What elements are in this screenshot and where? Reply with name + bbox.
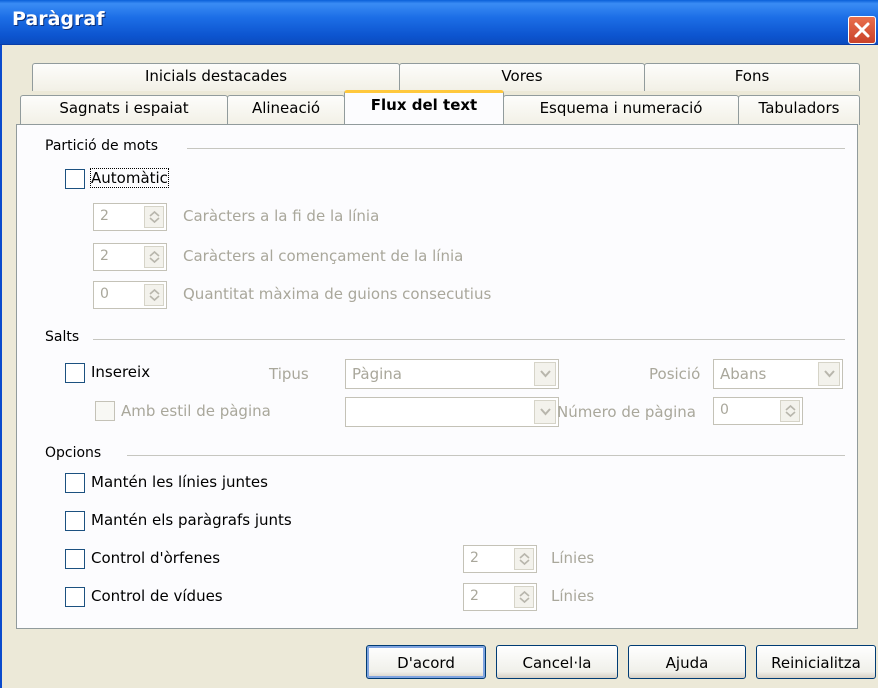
orphan-lines-value: 2 (470, 550, 479, 566)
orphan-lines-spinner[interactable]: 2 (463, 545, 537, 573)
keep-lines-checkbox[interactable] (65, 473, 85, 493)
close-icon (854, 22, 870, 38)
orphan-control-checkbox[interactable] (65, 549, 85, 569)
spin-up-down-icon (519, 552, 530, 566)
keep-paragraphs-checkbox[interactable] (65, 511, 85, 531)
page-style-select[interactable] (345, 397, 559, 427)
chars-end-label: Caràcters a la fi de la línia (183, 207, 380, 225)
tab-background[interactable]: Fons (644, 63, 860, 91)
spin-arrows[interactable] (514, 548, 534, 570)
window-title: Paràgraf (12, 8, 105, 30)
page-number-label: Número de pàgina (557, 403, 696, 421)
max-hyphens-label: Quantitat màxima de guions consecutius (183, 285, 492, 303)
orphan-control-label: Control d'òrfenes (91, 549, 221, 567)
title-bar[interactable]: Paràgraf (0, 0, 878, 45)
chars-end-value: 2 (100, 208, 109, 224)
keep-lines-label: Mantén les línies juntes (91, 473, 268, 491)
page-number-spinner[interactable]: 0 (713, 397, 803, 425)
break-position-value: Abans (720, 365, 767, 383)
help-button[interactable]: Ajuda (628, 645, 746, 679)
spin-up-down-icon (149, 210, 160, 224)
keep-paragraphs-label: Mantén els paràgrafs junts (91, 511, 292, 529)
insert-break-checkbox[interactable] (65, 363, 85, 383)
close-button[interactable] (848, 16, 876, 44)
page-number-value: 0 (720, 402, 729, 418)
options-section-title: Opcions (45, 445, 102, 461)
spin-arrows[interactable] (780, 400, 800, 422)
widow-lines-unit: Línies (551, 587, 595, 605)
dropdown-button[interactable] (534, 362, 556, 386)
spin-up-down-icon (149, 250, 160, 264)
dropdown-button[interactable] (818, 362, 840, 386)
widow-lines-spinner[interactable]: 2 (463, 583, 537, 611)
tab-indents-spacing[interactable]: Sagnats i espaiat (20, 95, 228, 125)
dropdown-button[interactable] (534, 400, 556, 424)
tab-borders[interactable]: Vores (399, 63, 645, 91)
chevron-down-icon (824, 370, 835, 378)
insert-break-label: Insereix (91, 363, 151, 381)
page-style-label: Amb estil de pàgina (121, 402, 271, 420)
chars-start-value: 2 (100, 248, 109, 264)
max-hyphens-value: 0 (100, 286, 109, 302)
spin-up-down-icon (785, 404, 796, 418)
cancel-button[interactable]: Cancel·la (496, 645, 618, 679)
breaks-section-title: Salts (45, 329, 80, 345)
hyphenation-section-title: Partició de mots (45, 138, 159, 154)
chars-start-spinner[interactable]: 2 (93, 243, 167, 271)
chevron-down-icon (540, 370, 551, 378)
break-type-select[interactable]: Pàgina (345, 359, 559, 389)
break-type-value: Pàgina (352, 365, 402, 383)
tab-outline-numbering[interactable]: Esquema i numeració (503, 95, 739, 125)
break-position-label: Posició (649, 365, 701, 383)
ok-button[interactable]: D'acord (366, 645, 486, 679)
spin-up-down-icon (519, 590, 530, 604)
break-position-select[interactable]: Abans (713, 359, 843, 389)
automatic-label: Automàtic (90, 168, 169, 188)
tab-tabs[interactable]: Tabuladors (738, 95, 860, 125)
spin-arrows[interactable] (144, 284, 164, 306)
spin-arrows[interactable] (144, 246, 164, 268)
break-type-label: Tipus (269, 365, 309, 383)
reset-button[interactable]: Reinicialitza (756, 645, 876, 679)
separator (93, 339, 845, 340)
separator (127, 455, 845, 456)
chars-end-spinner[interactable]: 2 (93, 203, 167, 231)
widow-control-checkbox[interactable] (65, 587, 85, 607)
tab-alignment[interactable]: Alineació (227, 95, 345, 125)
widow-control-label: Control de vídues (91, 587, 223, 605)
max-hyphens-spinner[interactable]: 0 (93, 281, 167, 309)
spin-arrows[interactable] (514, 586, 534, 608)
automatic-checkbox[interactable] (65, 169, 85, 189)
tab-panel: Partició de mots Automàtic 2 Caràcters a… (16, 124, 858, 629)
page-style-checkbox[interactable] (95, 401, 115, 421)
tab-text-flow[interactable]: Flux del text (344, 90, 504, 124)
spin-arrows[interactable] (144, 206, 164, 228)
orphan-lines-unit: Línies (551, 549, 595, 567)
chars-start-label: Caràcters al començament de la línia (183, 247, 464, 265)
spin-up-down-icon (149, 288, 160, 302)
widow-lines-value: 2 (470, 588, 479, 604)
separator (187, 148, 845, 149)
tab-drop-caps[interactable]: Inicials destacades (32, 63, 400, 91)
chevron-down-icon (540, 408, 551, 416)
